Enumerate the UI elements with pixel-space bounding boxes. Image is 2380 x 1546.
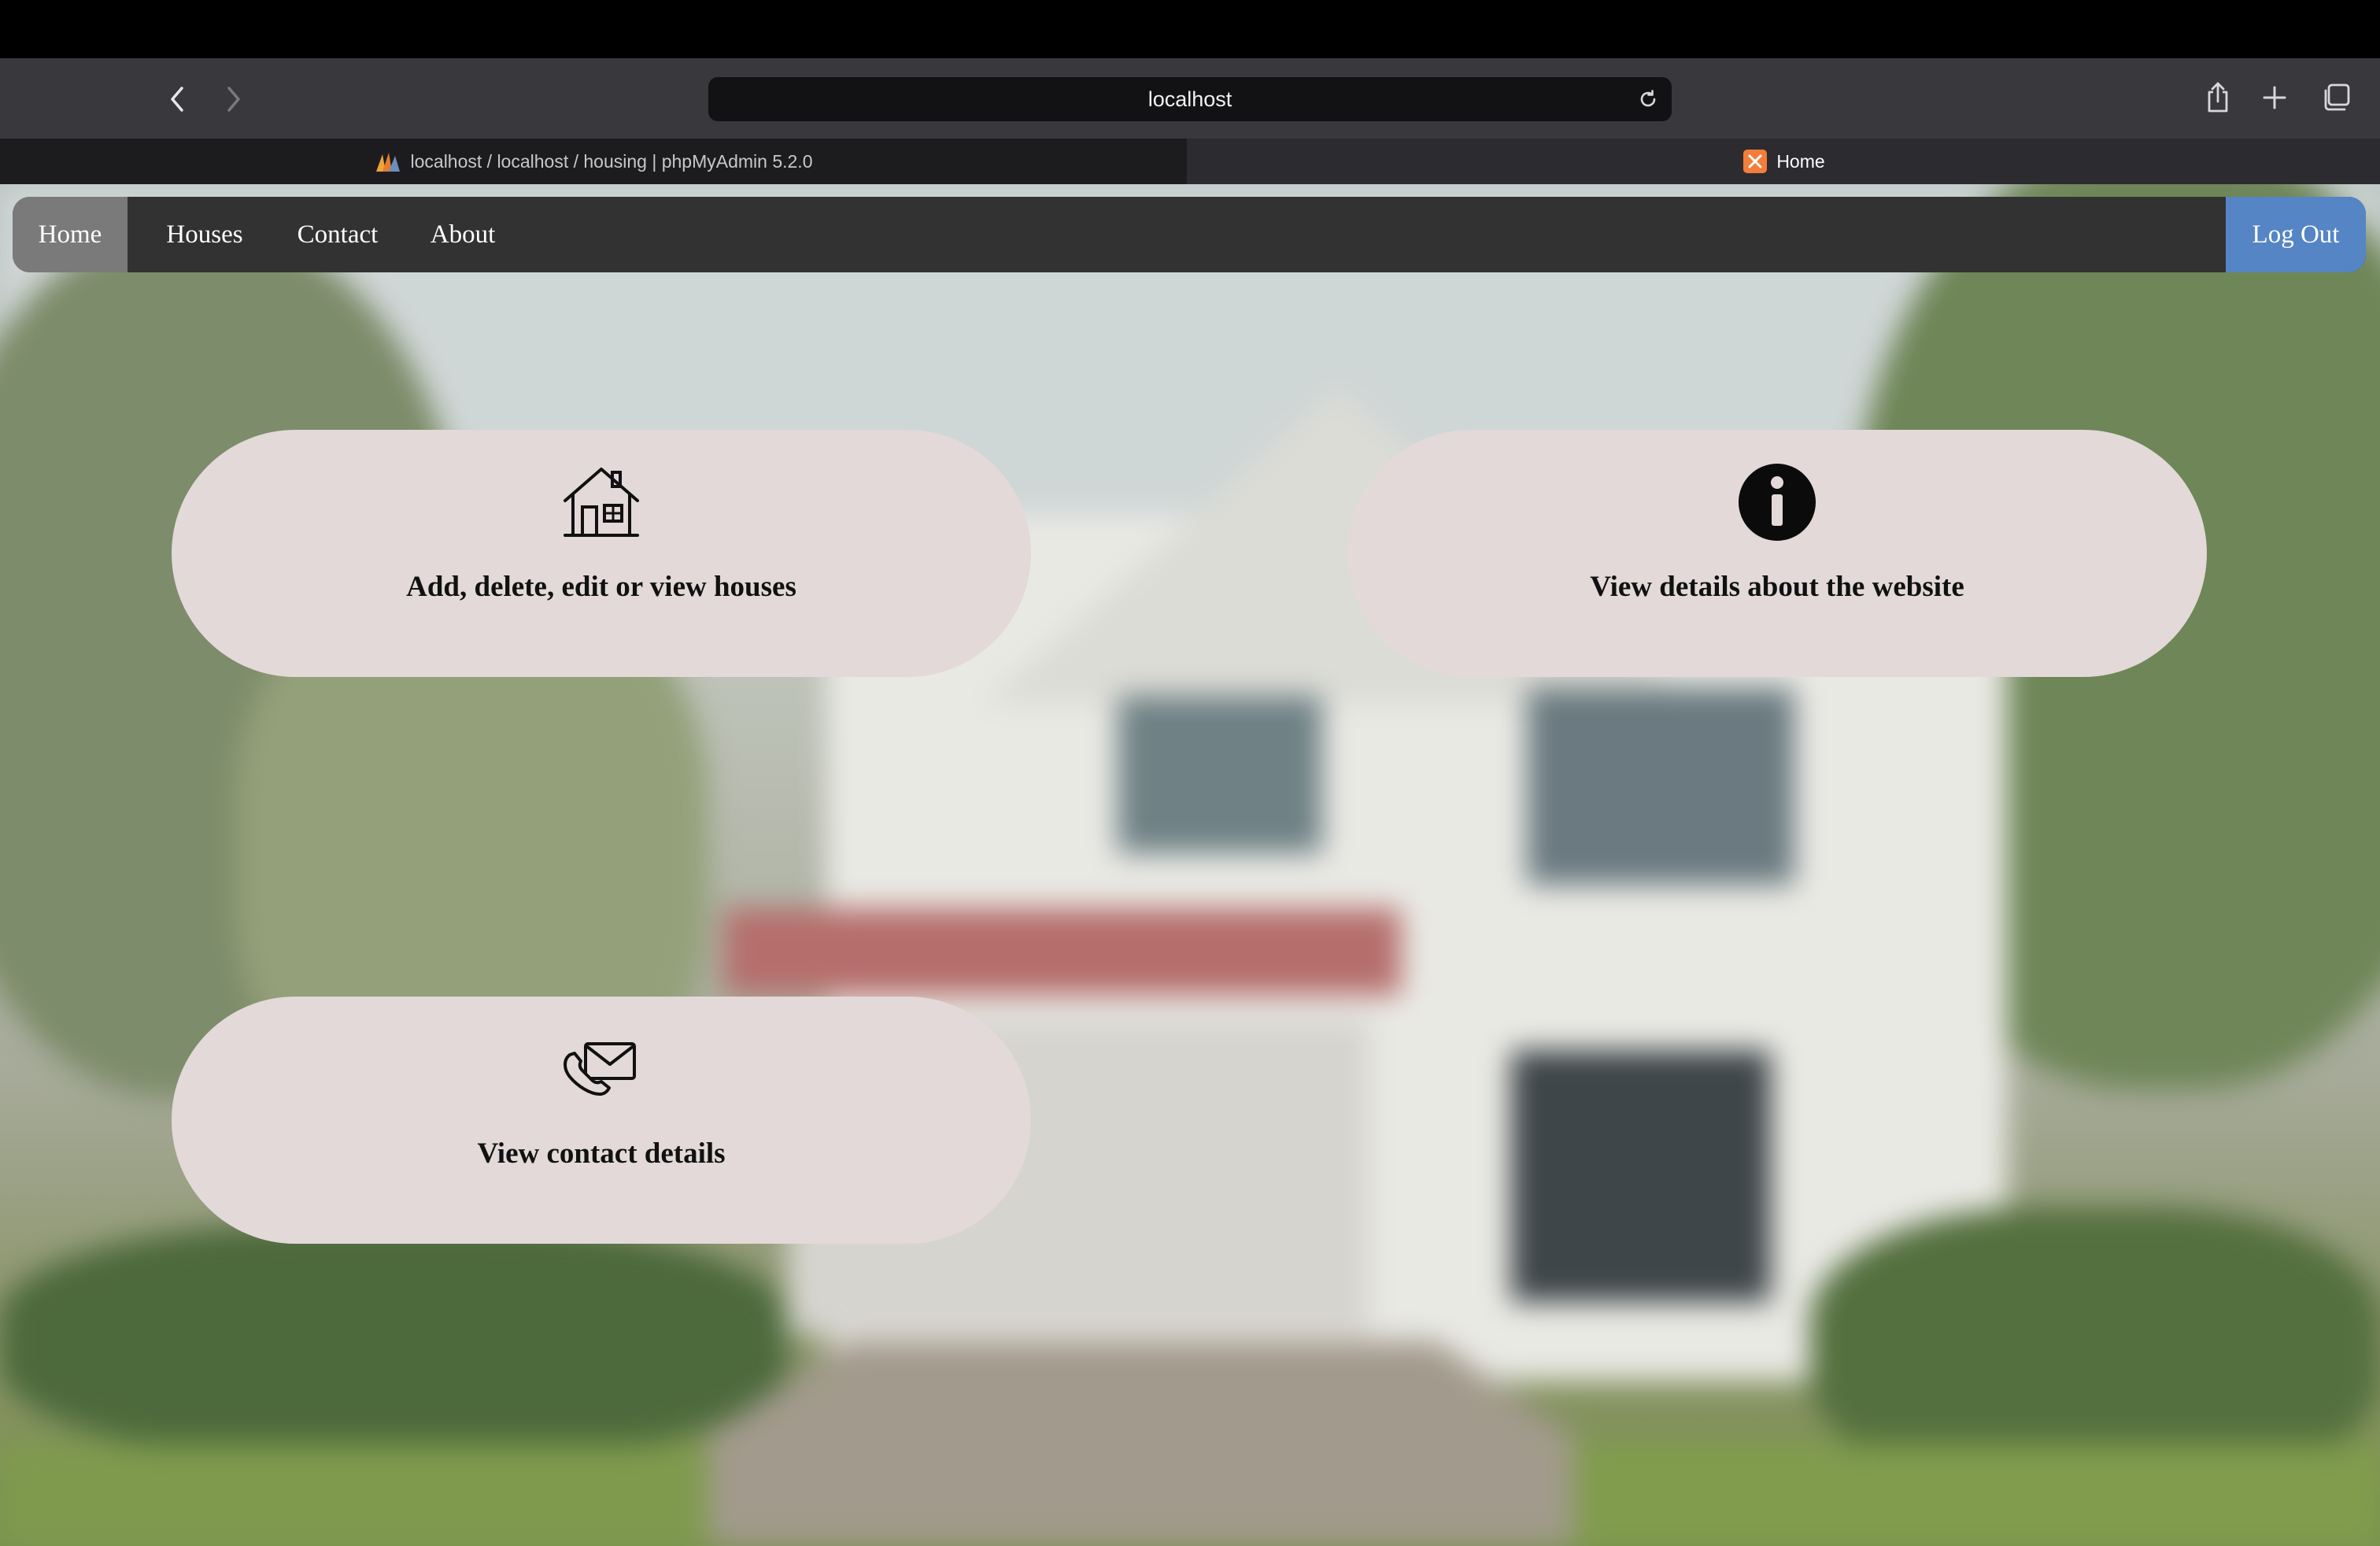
background-photo bbox=[0, 184, 2380, 1546]
contact-card-label: View contact details bbox=[477, 1137, 726, 1170]
share-button[interactable] bbox=[2196, 76, 2240, 120]
new-tab-icon bbox=[2263, 86, 2286, 109]
tab-label: localhost / localhost / housing | phpMyA… bbox=[410, 150, 813, 172]
about-card-label: View details about the website bbox=[1590, 571, 1964, 603]
tab-overview-icon bbox=[2324, 83, 2350, 111]
screen-top-strip bbox=[0, 0, 2380, 58]
contact-mail-icon bbox=[560, 1028, 642, 1110]
nav-houses[interactable]: Houses bbox=[153, 197, 257, 272]
houses-card-label: Add, delete, edit or view houses bbox=[406, 571, 796, 603]
nav-contact[interactable]: Contact bbox=[280, 197, 395, 272]
reload-button[interactable] bbox=[1635, 87, 1661, 112]
houses-card[interactable]: Add, delete, edit or view houses bbox=[172, 430, 1031, 677]
logout-button[interactable]: Log Out bbox=[2226, 197, 2366, 272]
back-icon bbox=[171, 87, 183, 112]
reload-icon bbox=[1640, 90, 1656, 107]
site-navbar: Home Houses Contact About Log Out bbox=[13, 197, 2366, 272]
forward-icon bbox=[227, 87, 240, 112]
tab-label: Home bbox=[1776, 150, 1825, 172]
nav-about[interactable]: About bbox=[416, 197, 510, 272]
tab-home[interactable]: Home bbox=[1188, 139, 2380, 184]
phpmyadmin-icon bbox=[375, 153, 400, 172]
page-viewport: Home Houses Contact About Log Out Add, d… bbox=[0, 184, 2380, 1546]
new-tab-button[interactable] bbox=[2252, 76, 2297, 120]
tab-phpmyadmin[interactable]: localhost / localhost / housing | phpMyA… bbox=[0, 139, 1187, 184]
house-icon bbox=[560, 461, 642, 543]
contact-card[interactable]: View contact details bbox=[172, 997, 1031, 1244]
xampp-icon bbox=[1743, 150, 1768, 173]
address-bar[interactable]: localhost bbox=[708, 77, 1672, 121]
nav-home[interactable]: Home bbox=[13, 197, 128, 272]
about-card[interactable]: View details about the website bbox=[1347, 430, 2207, 677]
share-icon bbox=[2208, 82, 2228, 113]
back-button[interactable] bbox=[154, 76, 201, 123]
tab-overview-button[interactable] bbox=[2314, 76, 2358, 120]
url-text: localhost bbox=[1148, 87, 1232, 111]
forward-button[interactable] bbox=[209, 76, 257, 123]
info-icon bbox=[1736, 461, 1818, 543]
